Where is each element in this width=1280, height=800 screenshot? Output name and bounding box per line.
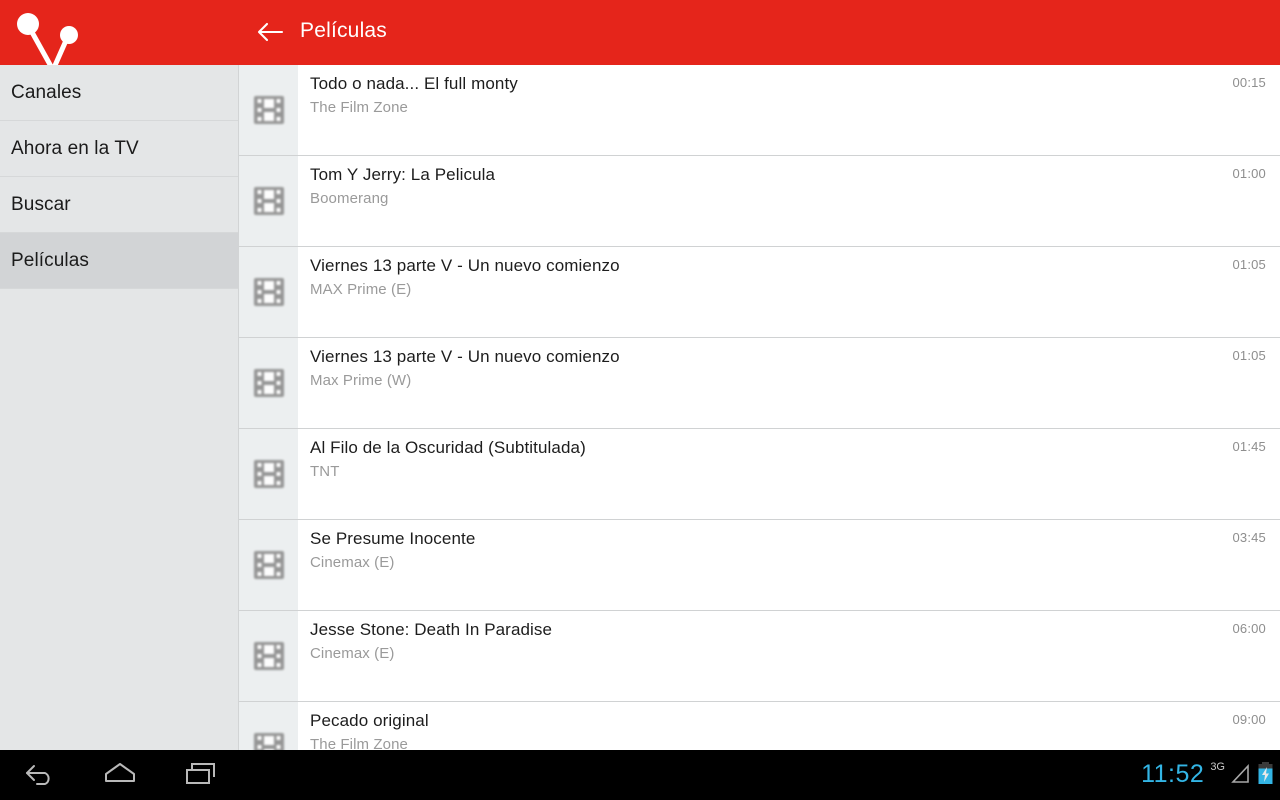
movie-list-row[interactable]: Tom Y Jerry: La Pelicula Boomerang 01:00: [239, 156, 1280, 247]
app-bar: Películas: [0, 0, 1280, 65]
movie-title: Todo o nada... El full monty: [310, 74, 518, 93]
row-icon-cell: [239, 338, 298, 428]
sidebar-item-buscar[interactable]: Buscar: [0, 177, 238, 233]
movie-time: 06:00: [1232, 621, 1266, 636]
filmstrip-icon: [253, 460, 284, 488]
android-home-button[interactable]: [80, 750, 160, 800]
filmstrip-icon: [253, 278, 284, 306]
battery-charging-icon: [1257, 761, 1274, 790]
movie-list-row[interactable]: Jesse Stone: Death In Paradise Cinemax (E…: [239, 611, 1280, 702]
movie-time: 01:05: [1232, 257, 1266, 272]
filmstrip-icon: [253, 369, 284, 397]
page-title: Películas: [300, 19, 388, 42]
screen-root: Películas Canales Ahora en la TV Buscar …: [0, 0, 1280, 800]
movie-list-row[interactable]: Viernes 13 parte V - Un nuevo comienzo Ma…: [239, 338, 1280, 429]
filmstrip-icon: [253, 96, 284, 124]
movie-list-row[interactable]: Todo o nada... El full monty The Film Zon…: [239, 65, 1280, 156]
movie-title: Viernes 13 parte V - Un nuevo comienzo: [310, 347, 620, 366]
sidebar-item-canales[interactable]: Canales: [0, 65, 238, 121]
sidebar-item-ahora-en-la-tv[interactable]: Ahora en la TV: [0, 121, 238, 177]
filmstrip-icon: [253, 733, 284, 750]
movie-time: 00:15: [1232, 75, 1266, 90]
movie-channel: The Film Zone: [310, 736, 408, 750]
movie-list-row[interactable]: Al Filo de la Oscuridad (Subtitulada) TNT…: [239, 429, 1280, 520]
row-icon-cell: [239, 702, 298, 750]
movie-channel: Max Prime (W): [310, 372, 412, 389]
row-icon-cell: [239, 65, 298, 155]
movie-time: 09:00: [1232, 712, 1266, 727]
movie-time: 01:00: [1232, 166, 1266, 181]
movie-list[interactable]: Todo o nada... El full monty The Film Zon…: [239, 65, 1280, 750]
movie-title: Viernes 13 parte V - Un nuevo comienzo: [310, 256, 620, 275]
movie-channel: Cinemax (E): [310, 554, 395, 571]
android-recents-icon: [184, 760, 218, 791]
movie-time: 01:45: [1232, 439, 1266, 454]
movie-channel: TNT: [310, 463, 340, 480]
row-icon-cell: [239, 611, 298, 701]
movie-channel: Cinemax (E): [310, 645, 395, 662]
sidebar-item-label: Ahora en la TV: [11, 137, 139, 159]
row-icon-cell: [239, 156, 298, 246]
movie-list-row[interactable]: Se Presume Inocente Cinemax (E) 03:45: [239, 520, 1280, 611]
filmstrip-icon: [253, 551, 284, 579]
movie-channel: MAX Prime (E): [310, 281, 412, 298]
movie-list-row[interactable]: Pecado original The Film Zone 09:00: [239, 702, 1280, 750]
sidebar: Canales Ahora en la TV Buscar Películas: [0, 65, 239, 750]
android-recents-button[interactable]: [161, 750, 241, 800]
row-icon-cell: [239, 429, 298, 519]
movie-title: Al Filo de la Oscuridad (Subtitulada): [310, 438, 586, 457]
sidebar-item-label: Buscar: [11, 193, 71, 215]
filmstrip-icon: [253, 187, 284, 215]
android-home-icon: [102, 760, 138, 791]
movie-title: Pecado original: [310, 711, 429, 730]
android-back-button[interactable]: [0, 750, 80, 800]
movie-list-row[interactable]: Viernes 13 parte V - Un nuevo comienzo MA…: [239, 247, 1280, 338]
filmstrip-icon: [253, 642, 284, 670]
row-icon-cell: [239, 247, 298, 337]
system-navigation-bar: 11:52 3G: [0, 750, 1280, 800]
movie-time: 03:45: [1232, 530, 1266, 545]
row-icon-cell: [239, 520, 298, 610]
sidebar-item-label: Canales: [11, 81, 82, 103]
movie-time: 01:05: [1232, 348, 1266, 363]
status-clock: 11:52: [1141, 759, 1205, 788]
signal-triangle-icon: [1231, 763, 1251, 790]
movie-title: Jesse Stone: Death In Paradise: [310, 620, 553, 639]
status-area: 11:52 3G: [1141, 750, 1274, 800]
movie-title: Tom Y Jerry: La Pelicula: [310, 165, 496, 184]
arrow-left-icon: [256, 20, 284, 44]
movie-channel: The Film Zone: [310, 99, 408, 116]
sidebar-item-peliculas[interactable]: Películas: [0, 233, 238, 289]
movie-title: Se Presume Inocente: [310, 529, 476, 548]
app-logo: [0, 0, 238, 65]
movie-channel: Boomerang: [310, 190, 389, 207]
sidebar-item-label: Películas: [11, 249, 89, 271]
network-type-label: 3G: [1210, 761, 1225, 773]
android-back-icon: [23, 760, 57, 791]
back-button[interactable]: [252, 14, 288, 50]
